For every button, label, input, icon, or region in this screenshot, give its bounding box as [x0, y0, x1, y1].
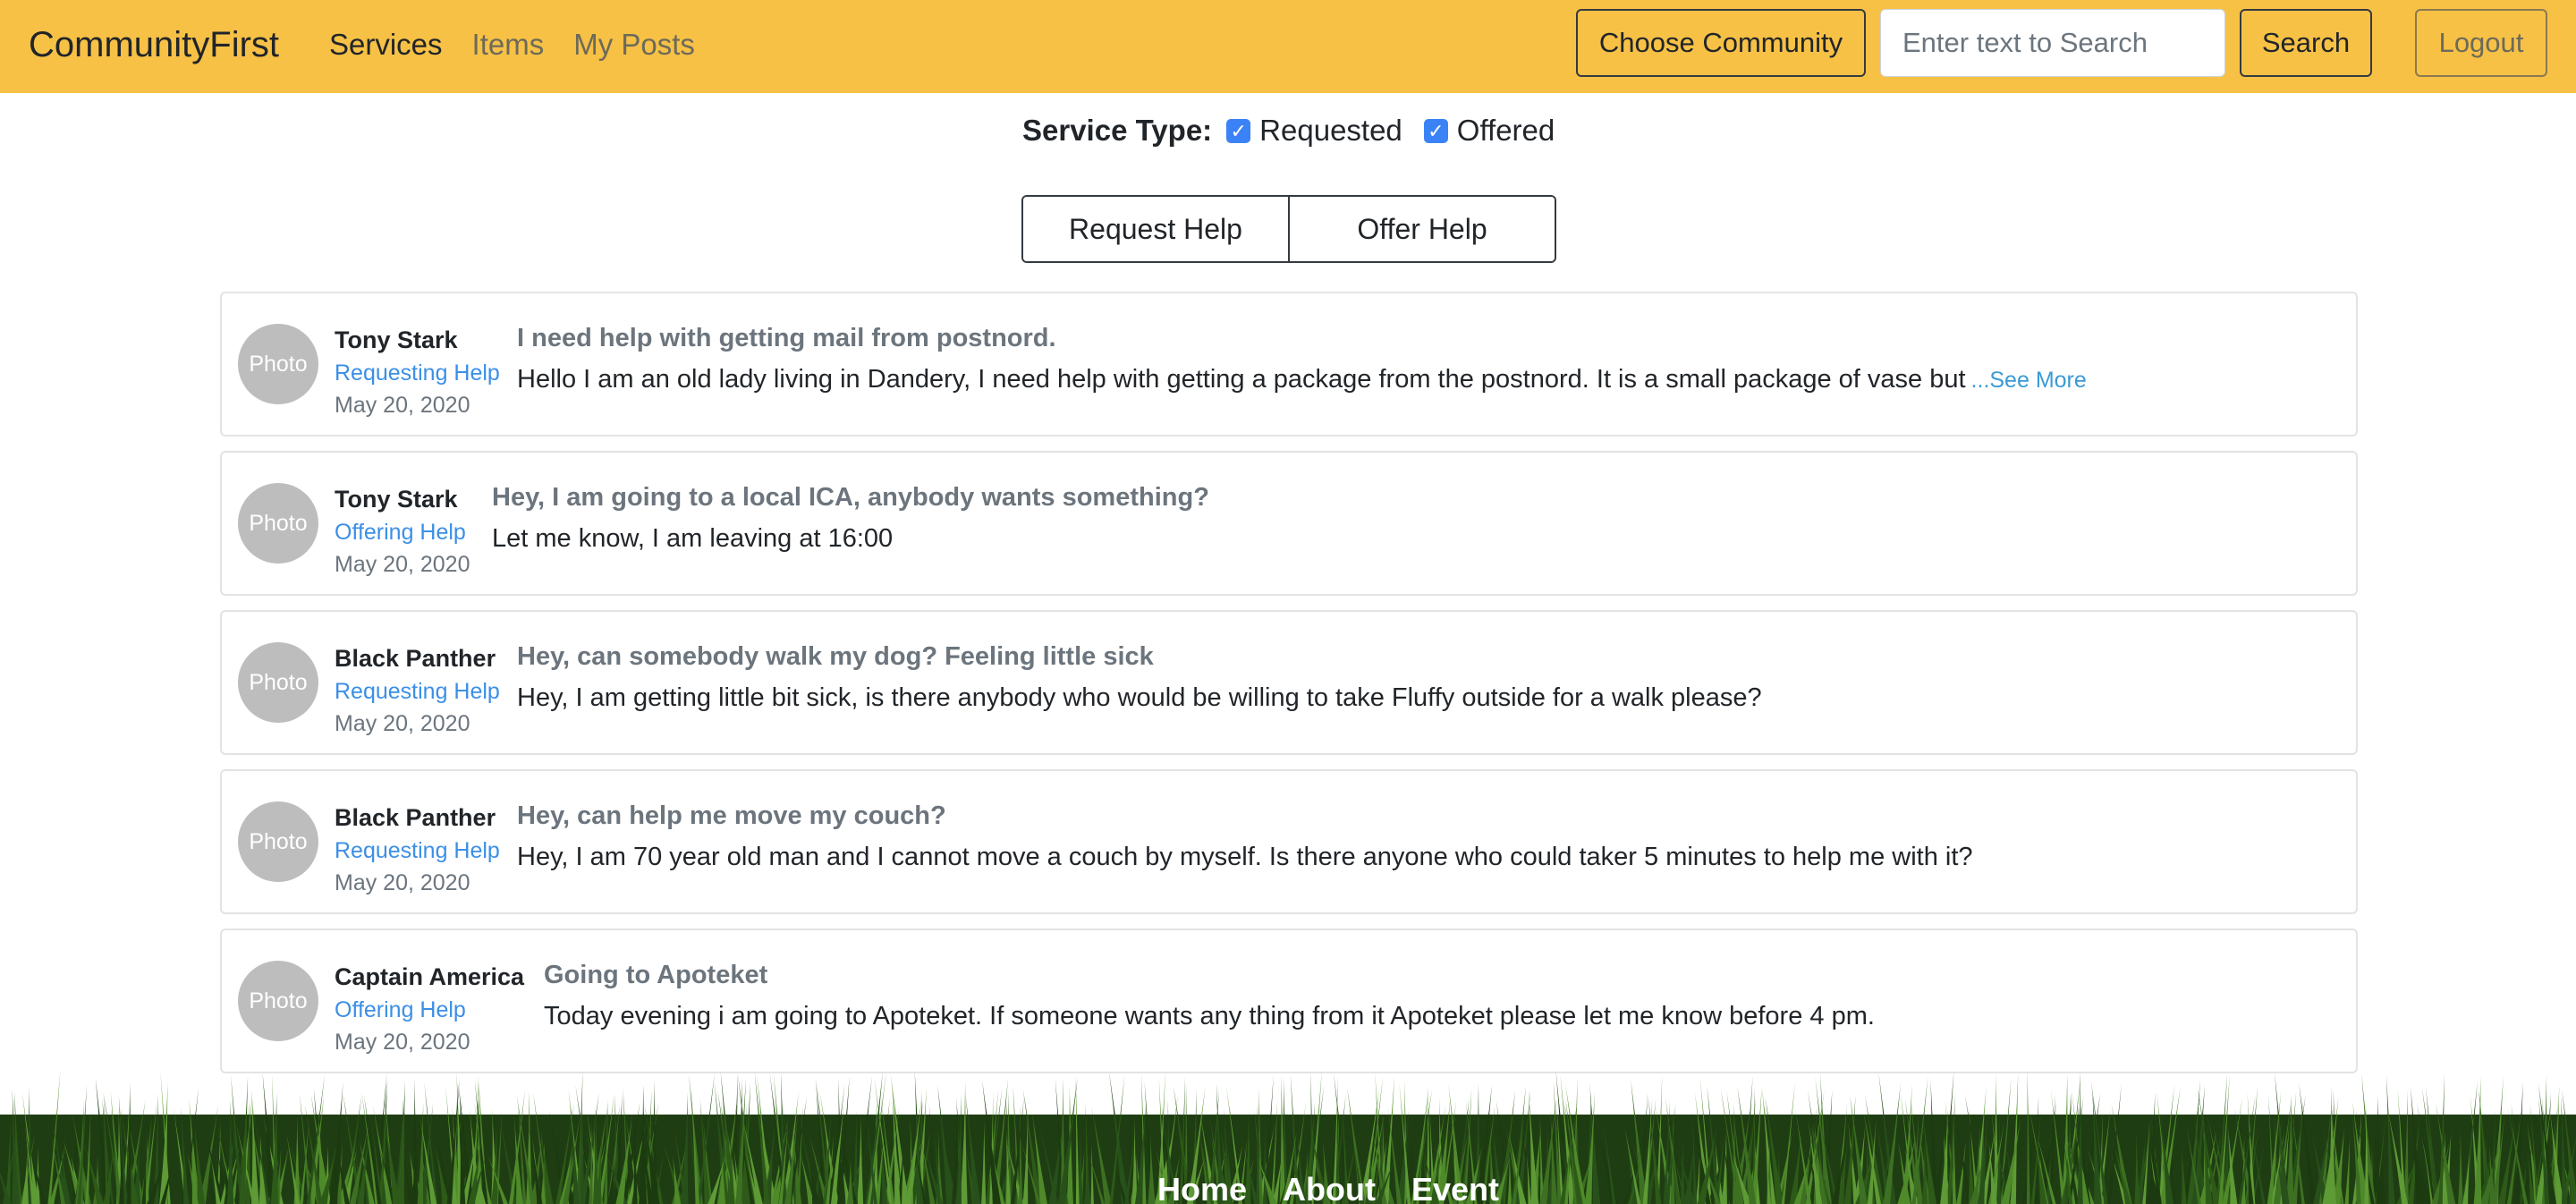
logout-button[interactable]: Logout	[2415, 9, 2547, 77]
post-body: Hey, I am getting little bit sick, is th…	[517, 683, 1762, 712]
help-action-group: Request Help Offer Help	[1021, 195, 1556, 263]
post-title: Hey, can somebody walk my dog? Feeling l…	[517, 642, 1154, 671]
post-body-text: Hello I am an old lady living in Dandery…	[517, 365, 1966, 394]
post-author: Black Panther	[335, 804, 496, 831]
post-body: Hello I am an old lady living in Dandery…	[517, 361, 2087, 398]
post-card[interactable]: Photo Tony Stark Offering Help May 20, 2…	[220, 451, 2358, 596]
avatar: Photo	[238, 483, 318, 564]
requested-checkbox-label[interactable]: Requested	[1259, 114, 1402, 148]
avatar: Photo	[238, 801, 318, 882]
post-date: May 20, 2020	[335, 711, 470, 736]
post-type-badge: Requesting Help	[335, 360, 500, 386]
footer-link-about[interactable]: About	[1283, 1170, 1376, 1204]
post-body: Today evening i am going to Apoteket. If…	[544, 1002, 1875, 1030]
search-input[interactable]	[1880, 9, 2225, 77]
post-card[interactable]: Photo Black Panther Requesting Help May …	[220, 610, 2358, 755]
request-help-button[interactable]: Request Help	[1023, 197, 1288, 261]
requested-checkbox[interactable]: ✓	[1226, 118, 1251, 143]
offered-checkbox-label[interactable]: Offered	[1457, 114, 1555, 148]
footer-link-event[interactable]: Event	[1411, 1170, 1499, 1204]
post-body: Let me know, I am leaving at 16:00	[492, 524, 894, 553]
search-button[interactable]: Search	[2240, 9, 2372, 77]
post-author: Tony Stark	[335, 326, 458, 353]
post-date: May 20, 2020	[335, 552, 470, 577]
footer-links: Home About Event	[1157, 1170, 1499, 1204]
post-author: Captain America	[335, 963, 525, 990]
post-title: Hey, I am going to a local ICA, anybody …	[492, 483, 1209, 512]
choose-community-button[interactable]: Choose Community	[1576, 9, 1866, 77]
post-body: Hey, I am 70 year old man and I cannot m…	[517, 843, 1973, 871]
post-date: May 20, 2020	[335, 393, 470, 418]
offered-checkbox[interactable]: ✓	[1423, 118, 1448, 143]
post-author: Black Panther	[335, 645, 496, 672]
post-author: Tony Stark	[335, 486, 458, 513]
see-more-link[interactable]: ...See More	[1971, 368, 2087, 393]
post-date: May 20, 2020	[335, 1030, 470, 1055]
avatar: Photo	[238, 642, 318, 723]
top-navbar: CommunityFirst Services Items My Posts C…	[0, 0, 2576, 93]
filter-label: Service Type:	[1022, 114, 1213, 147]
post-type-badge: Requesting Help	[335, 679, 500, 704]
avatar: Photo	[238, 961, 318, 1041]
service-type-filter: Service Type: ✓ Requested ✓ Offered	[1022, 111, 1576, 150]
brand-logo[interactable]: CommunityFirst	[29, 20, 279, 70]
post-title: Hey, can help me move my couch?	[517, 801, 946, 830]
post-card[interactable]: Photo Captain America Offering Help May …	[220, 928, 2358, 1073]
footer-link-home[interactable]: Home	[1157, 1170, 1247, 1204]
avatar: Photo	[238, 324, 318, 404]
post-type-badge: Requesting Help	[335, 838, 500, 863]
post-title: Going to Apoteket	[544, 961, 768, 989]
post-title: I need help with getting mail from postn…	[517, 324, 1056, 352]
post-card[interactable]: Photo Black Panther Requesting Help May …	[220, 769, 2358, 914]
nav-link-items[interactable]: Items	[472, 20, 545, 70]
post-date: May 20, 2020	[335, 870, 470, 895]
nav-links: Services Items My Posts	[329, 20, 695, 70]
post-type-badge: Offering Help	[335, 997, 466, 1022]
nav-link-my-posts[interactable]: My Posts	[573, 20, 695, 70]
offer-help-button[interactable]: Offer Help	[1288, 197, 1555, 261]
post-type-badge: Offering Help	[335, 520, 466, 545]
post-card[interactable]: Photo Tony Stark Requesting Help May 20,…	[220, 292, 2358, 437]
nav-link-services[interactable]: Services	[329, 20, 443, 70]
